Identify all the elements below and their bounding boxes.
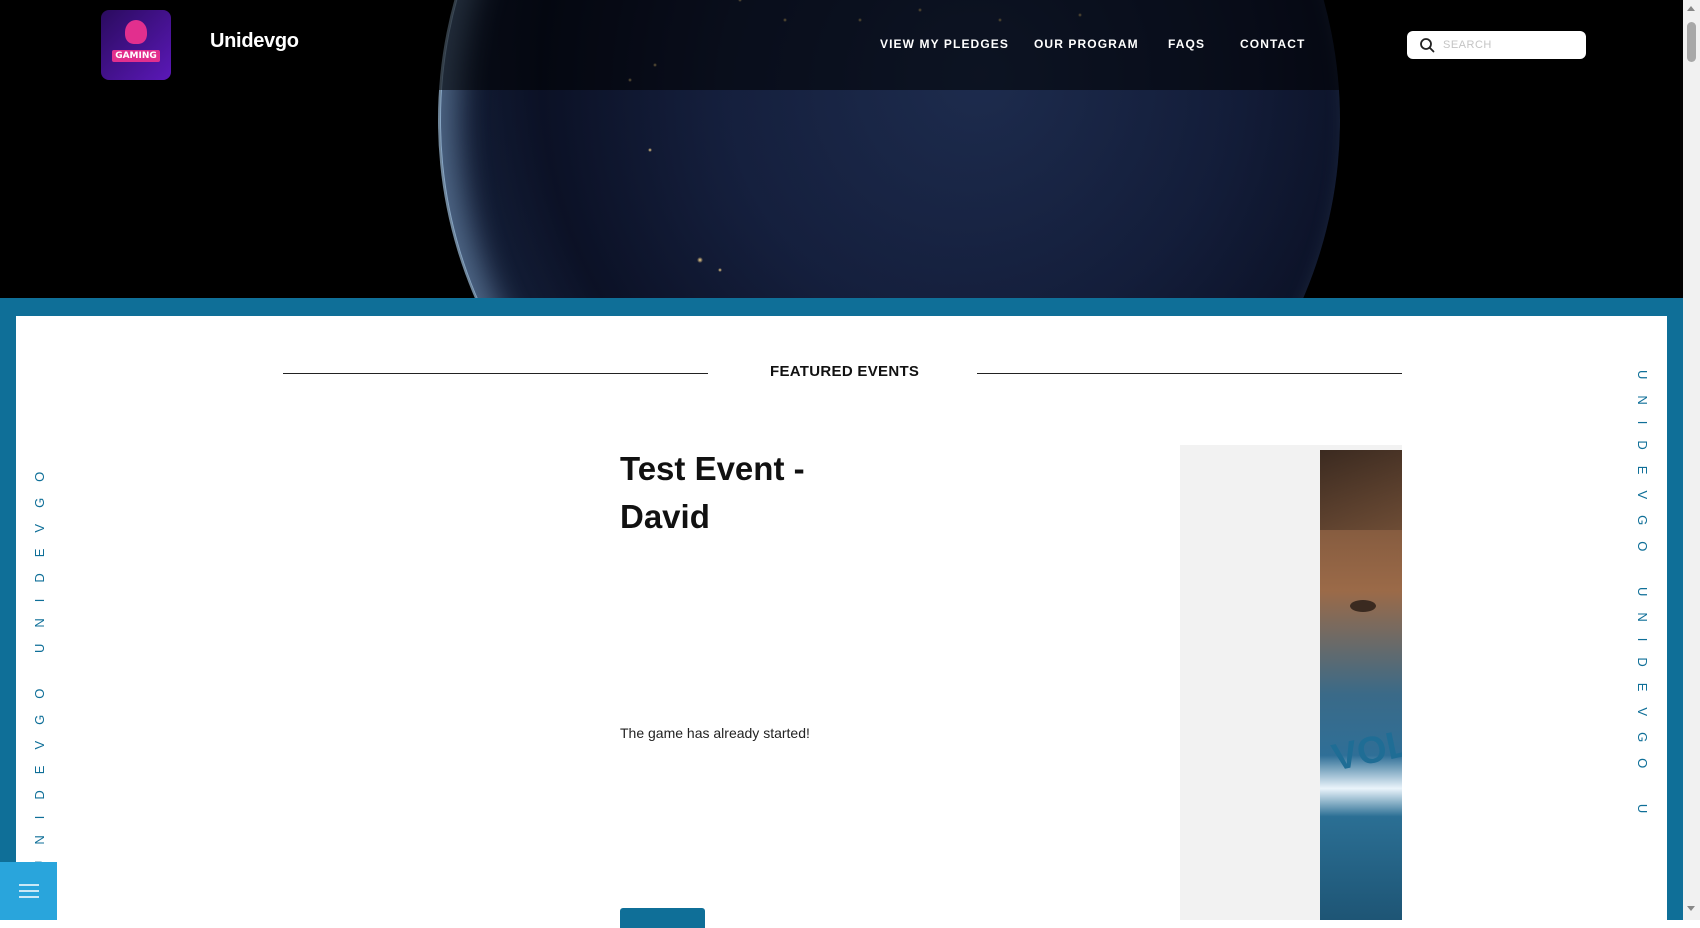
scroll-up-arrow-icon[interactable] (1687, 6, 1695, 11)
menu-icon (18, 884, 39, 898)
hero-banner: GAMING Unidevgo VIEW MY PLEDGES OUR PROG… (0, 0, 1683, 298)
section-rule-left (283, 373, 708, 374)
nav-view-my-pledges[interactable]: VIEW MY PLEDGES (880, 37, 1009, 51)
poster-text: VOL (1328, 722, 1402, 780)
event-title[interactable]: Test Event - David (620, 445, 870, 541)
search-box[interactable] (1407, 31, 1586, 59)
menu-button[interactable] (0, 862, 57, 920)
frame-left-border (0, 298, 16, 920)
event-status: The game has already started! (620, 725, 810, 741)
side-text-right: UNIDEVGO UNIDEVGO U (1635, 370, 1650, 830)
event-action-button[interactable] (620, 908, 705, 928)
brand-name[interactable]: Unidevgo (210, 30, 299, 53)
section-title: FEATURED EVENTS (770, 363, 920, 380)
side-text-left: UNIDEVGO UNIDEVGO (32, 455, 47, 870)
section-rule-right (977, 373, 1402, 374)
nav-contact[interactable]: CONTACT (1240, 37, 1305, 51)
frame-top-border (0, 298, 1683, 316)
nav-faqs[interactable]: FAQS (1168, 37, 1205, 51)
scrollbar[interactable] (1683, 0, 1700, 920)
search-input[interactable] (1441, 38, 1585, 52)
event-poster-image[interactable]: VOL (1320, 450, 1402, 920)
logo-text: GAMING (112, 50, 160, 62)
logo[interactable]: GAMING (101, 10, 171, 80)
nav-our-program[interactable]: OUR PROGRAM (1034, 37, 1139, 51)
gaming-logo-icon (125, 20, 147, 44)
search-icon (1420, 38, 1435, 53)
scroll-down-arrow-icon[interactable] (1687, 906, 1695, 911)
scroll-thumb[interactable] (1687, 22, 1696, 62)
frame-right-border (1667, 298, 1683, 920)
